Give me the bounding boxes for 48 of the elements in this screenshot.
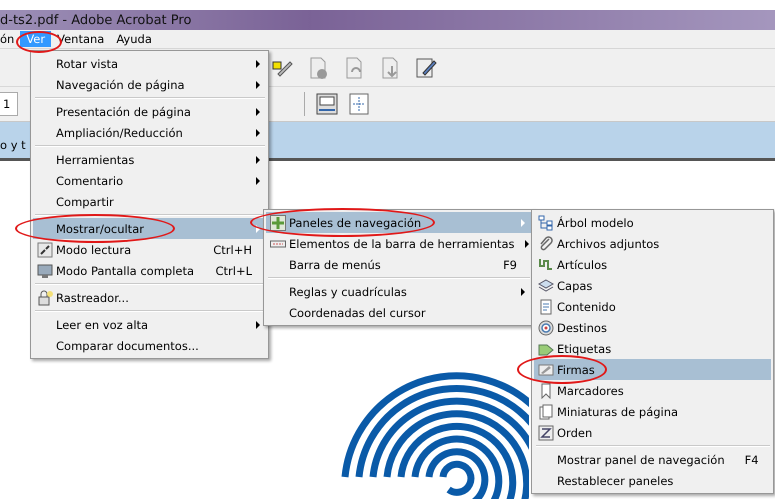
fit-width-icon [315,92,339,116]
menu-item[interactable]: Rastreador... [33,287,266,308]
menu-item[interactable]: Mostrar panel de navegación F4 [534,449,771,470]
edit-document-icon [414,56,438,80]
document-icon [538,298,554,314]
menu-item[interactable]: Mostrar/ocultar [33,218,266,239]
menu-item[interactable]: Restablecer paneles [534,470,771,491]
menu-item[interactable]: Contenido [534,296,771,317]
monitor-icon [36,262,52,278]
menu-item[interactable]: Coordenadas del cursor [266,302,531,323]
menu-item[interactable]: Compartir [33,191,266,212]
menu-item[interactable]: Artículos [534,254,771,275]
menu-item[interactable]: Comparar documentos... [33,335,266,356]
menu-item[interactable]: Reglas y cuadrículas [266,281,531,302]
banner-text: o y t [0,138,26,152]
article-icon [538,256,554,272]
menu-item[interactable]: Árbol modelo [534,212,771,233]
paperclip-icon [538,236,554,252]
fit-page-icon [347,92,371,116]
menu-item[interactable]: Navegación de página [33,74,266,95]
menu-item[interactable]: Herramientas [33,149,266,170]
target-icon [538,320,554,336]
menu-item[interactable]: Orden [534,422,771,443]
order-icon [538,424,554,440]
menu-item[interactable]: Etiquetas [534,338,771,359]
menu-item[interactable]: Marcadores [534,380,771,401]
menu-item[interactable]: Modo lectura Ctrl+H [33,239,266,260]
menu-item[interactable]: Capas [534,275,771,296]
window-title: d-ts2.pdf - Adobe Acrobat Pro [0,12,192,28]
menu-bar-item[interactable]: Ayuda [110,31,158,47]
menu-bar-item[interactable]: ón [0,31,20,47]
menu-item[interactable]: Destinos [534,317,771,338]
cross-arrows-icon [270,214,286,230]
menu-item[interactable]: Presentación de página [33,101,266,122]
menu-item[interactable]: Rotar vista [33,53,266,74]
menu-item[interactable]: Barra de menús F9 [266,254,531,275]
pages-icon [538,404,554,420]
tree-icon [538,214,554,230]
lock-icon [36,290,52,306]
menu-item[interactable]: Firmas [534,359,771,380]
menu-item[interactable]: Paneles de navegación [266,212,531,233]
menu-item[interactable]: Comentario [33,170,266,191]
menu-item[interactable]: Archivos adjuntos [534,233,771,254]
page-number-field[interactable]: 1 [0,92,18,116]
layers-icon [538,278,554,294]
menu-item[interactable]: Modo Pantalla completa Ctrl+L [33,260,266,281]
menu-item[interactable]: Miniaturas de página [534,401,771,422]
menu-item[interactable]: Ampliación/Reducción [33,122,266,143]
